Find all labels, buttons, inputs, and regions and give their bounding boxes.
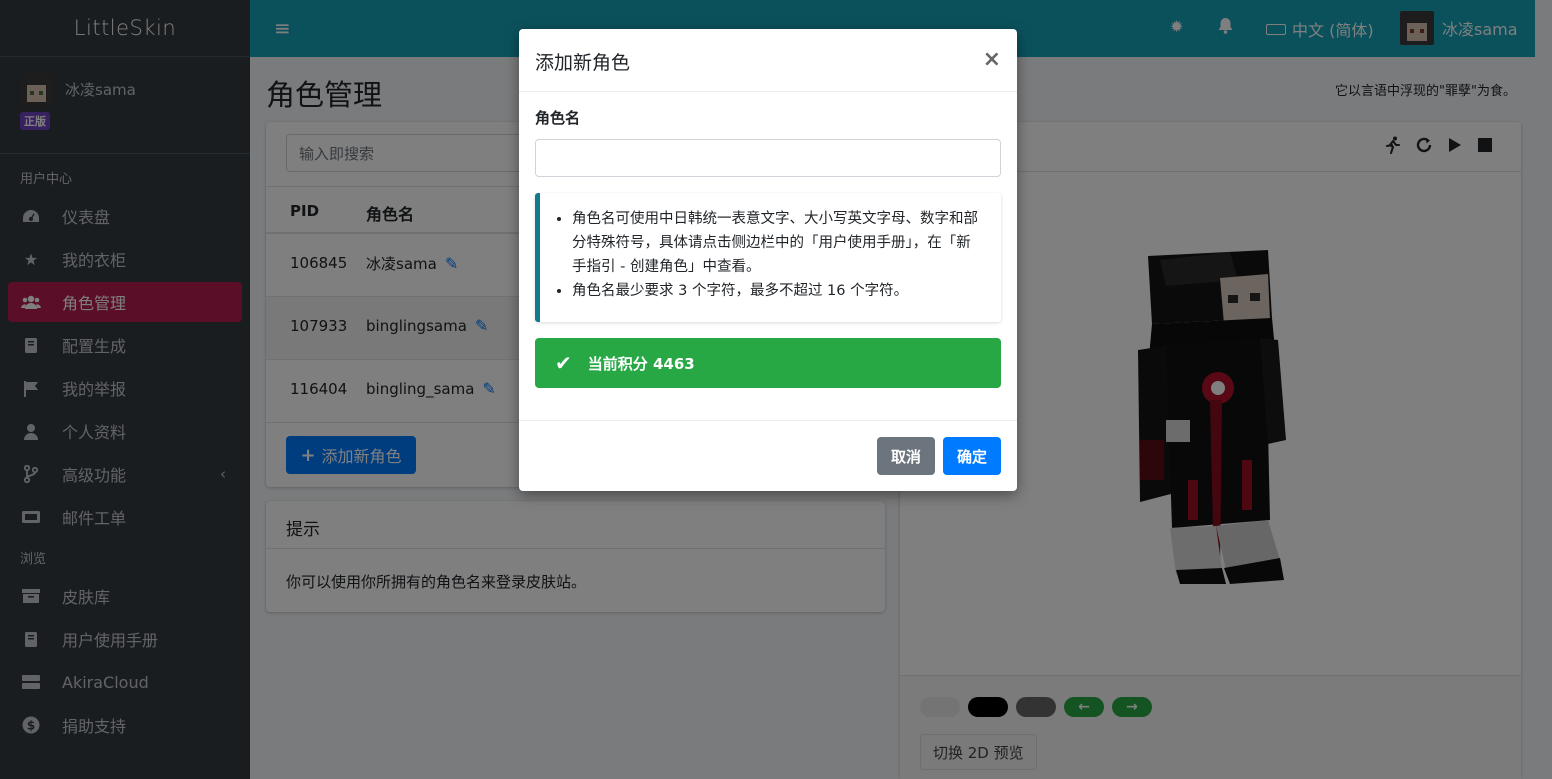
add-player-modal: 添加新角色 × 角色名 角色名可使用中日韩统一表意文字、大小写英文字母、数字和部… bbox=[519, 29, 1017, 491]
credits-text: 当前积分 4463 bbox=[587, 354, 695, 373]
modal-title: 添加新角色 bbox=[535, 52, 631, 74]
rule-item: 角色名最少要求 3 个字符，最多不超过 16 个字符。 bbox=[572, 279, 985, 303]
close-icon[interactable]: × bbox=[983, 47, 1001, 72]
credits-alert: ✔ 当前积分 4463 bbox=[535, 338, 1001, 388]
cancel-button[interactable]: 取消 bbox=[877, 437, 935, 475]
modal-body: 角色名 角色名可使用中日韩统一表意文字、大小写英文字母、数字和部分特殊符号，具体… bbox=[535, 107, 1001, 388]
player-name-label: 角色名 bbox=[535, 109, 581, 127]
check-icon: ✔ bbox=[555, 351, 572, 375]
modal-footer: 取消 确定 bbox=[519, 420, 1017, 491]
player-name-input[interactable] bbox=[535, 139, 1001, 177]
name-rules-callout: 角色名可使用中日韩统一表意文字、大小写英文字母、数字和部分特殊符号，具体请点击侧… bbox=[535, 193, 1001, 322]
rule-item: 角色名可使用中日韩统一表意文字、大小写英文字母、数字和部分特殊符号，具体请点击侧… bbox=[572, 207, 985, 279]
modal-header: 添加新角色 × bbox=[519, 29, 1017, 92]
confirm-button[interactable]: 确定 bbox=[943, 437, 1001, 475]
